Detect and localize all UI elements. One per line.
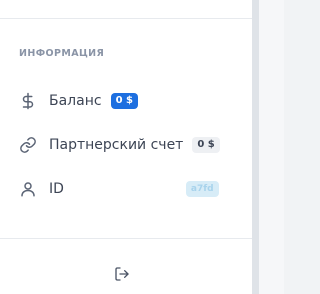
logout-icon [114,266,130,286]
panel-border [252,0,259,294]
id-label: ID [49,181,64,197]
balance-badge: 0 $ [110,93,138,109]
partner-account-label: Партнерский счет [49,137,184,153]
menu-item-balance[interactable]: Баланс 0 $ [18,89,233,113]
id-badge: a7fd [185,181,219,197]
section-title: ИНФОРМАЦИЯ [19,48,105,59]
menu-item-partner-account[interactable]: Партнерский счет 0 $ [18,133,233,157]
bottom-divider [0,238,252,239]
link-icon [18,135,38,155]
user-icon [18,179,38,199]
top-divider [0,18,252,19]
partner-account-badge: 0 $ [192,137,220,153]
menu-item-id[interactable]: ID a7fd [18,177,233,201]
balance-label: Баланс [49,93,102,109]
background-strip [259,0,284,294]
dollar-icon [18,91,38,111]
logout-button[interactable] [113,267,131,285]
account-panel: ИНФОРМАЦИЯ Баланс 0 $ Партнерский счет 0… [0,0,252,294]
